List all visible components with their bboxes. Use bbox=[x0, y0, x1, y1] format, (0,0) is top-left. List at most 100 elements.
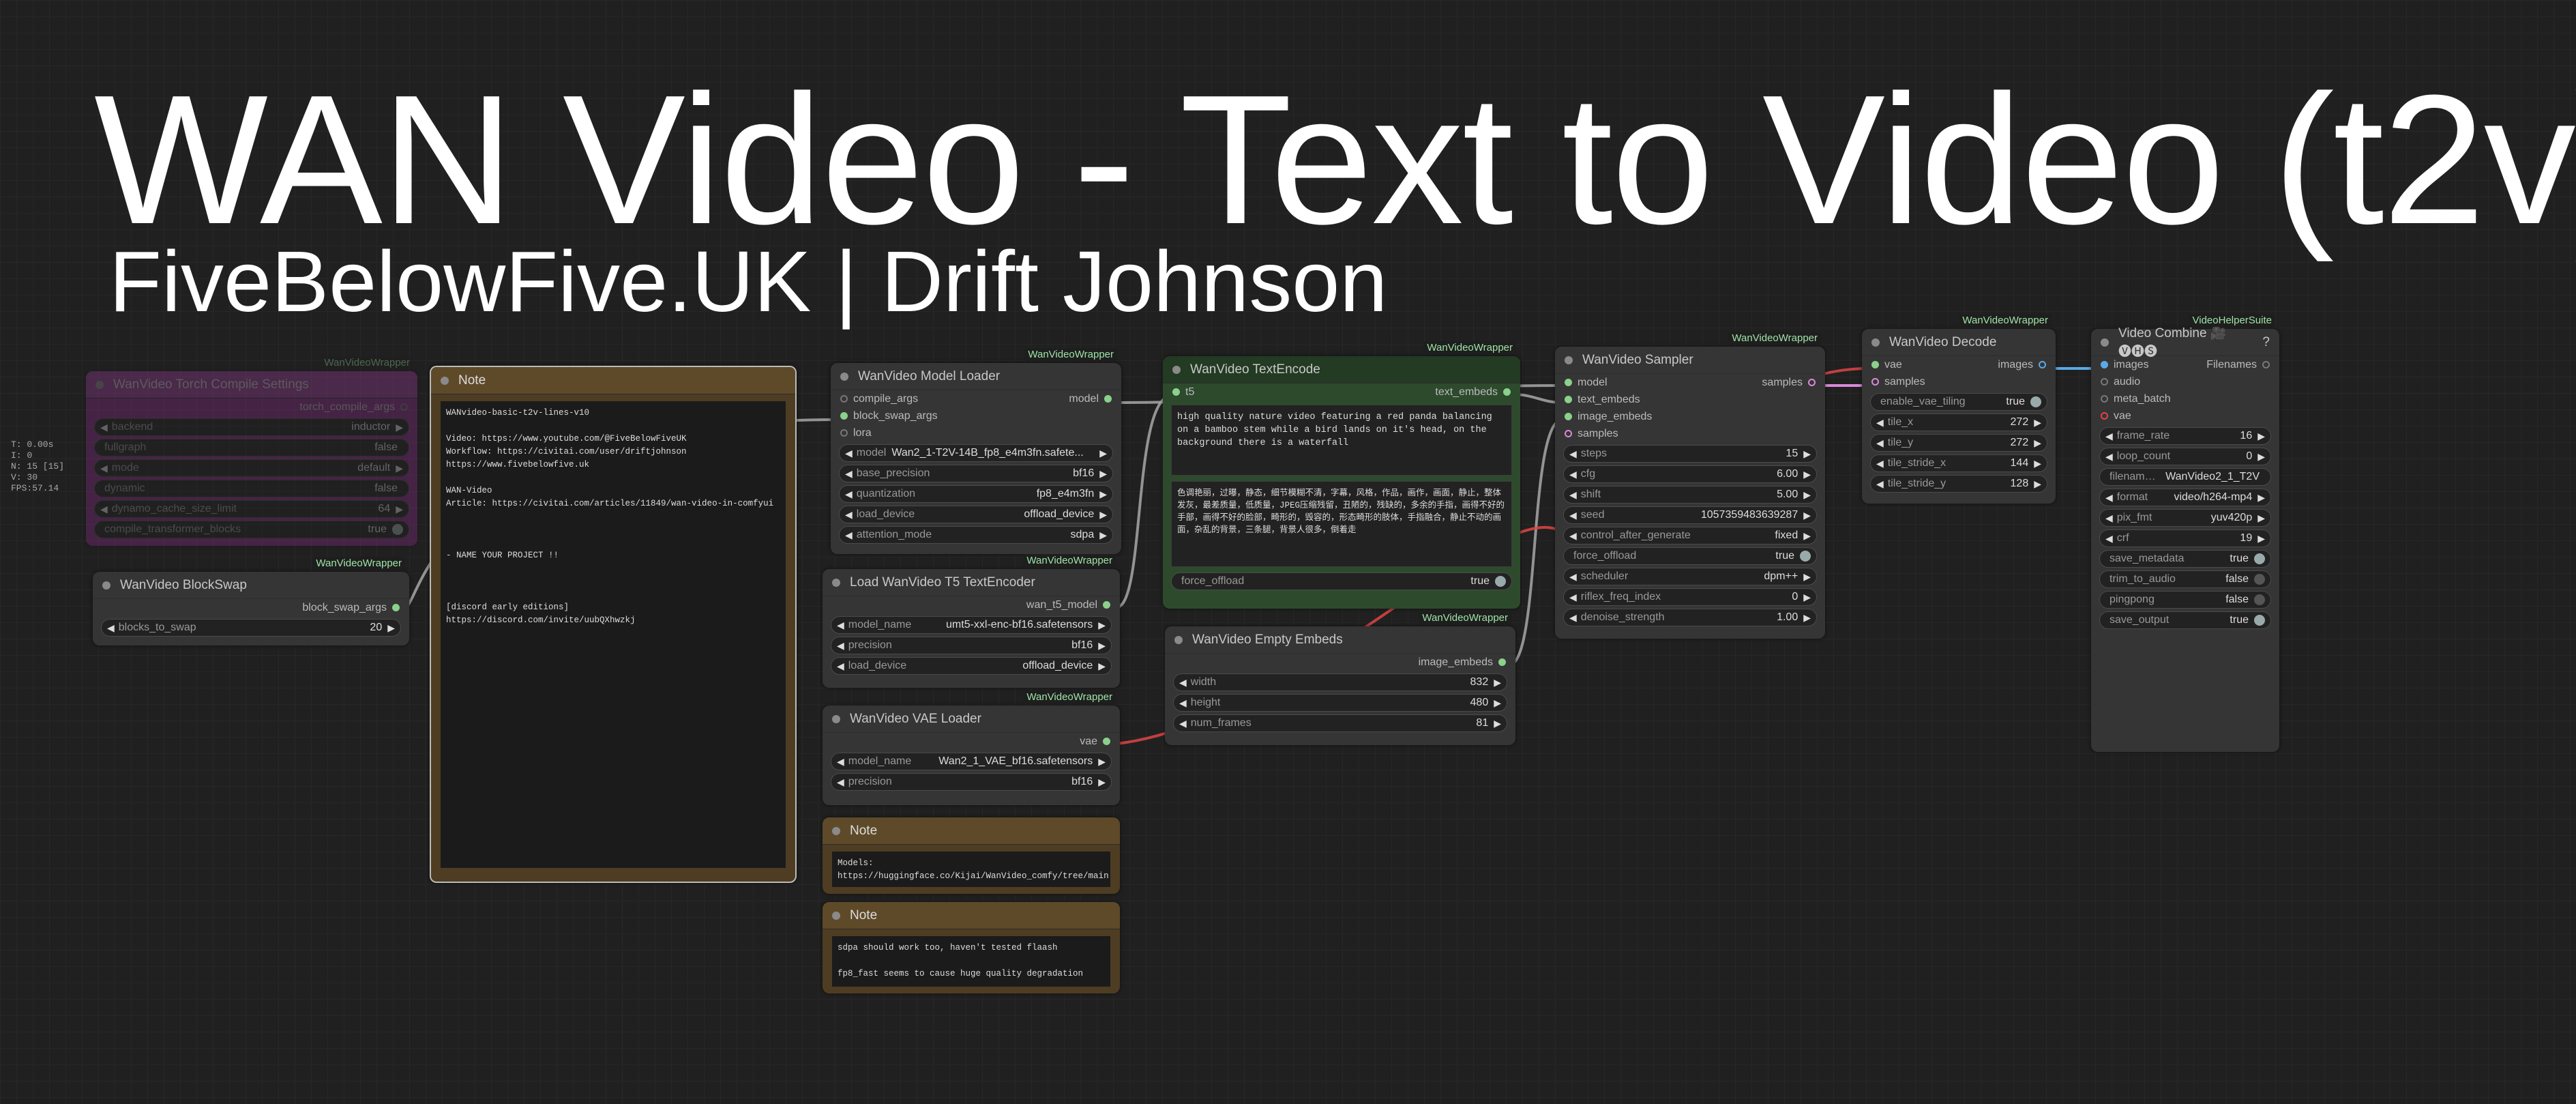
socket-icon[interactable] bbox=[1498, 658, 1506, 666]
model-loader-node[interactable]: WanVideoWrapper WanVideo Model Loader co… bbox=[831, 348, 1121, 554]
socket-icon[interactable] bbox=[1808, 379, 1816, 386]
collapse-dot-icon[interactable] bbox=[832, 911, 840, 920]
toggle-icon[interactable] bbox=[1800, 551, 1811, 562]
socket-icon[interactable] bbox=[1104, 395, 1112, 403]
arrow-left-icon[interactable]: ◀ bbox=[2105, 512, 2113, 524]
arrow-right-icon[interactable]: ▶ bbox=[1098, 620, 1106, 631]
widget-denoise-strength[interactable]: ◀ denoise_strength 1.00 ▶ bbox=[1563, 609, 1817, 626]
widget-riflex-freq-index[interactable]: ◀ riflex_freq_index 0 ▶ bbox=[1563, 588, 1817, 606]
arrow-left-icon[interactable]: ◀ bbox=[1876, 437, 1884, 449]
node-title-bar[interactable]: WanVideo Decode bbox=[1862, 329, 2056, 356]
arrow-right-icon[interactable]: ▶ bbox=[1098, 660, 1106, 672]
collapse-dot-icon[interactable] bbox=[95, 380, 104, 389]
widget-shift[interactable]: ◀ shift 5.00 ▶ bbox=[1563, 486, 1817, 504]
widget-model-name[interactable]: ◀ model_name umt5-xxl-enc-bf16.safetensors… bbox=[831, 616, 1112, 634]
collapse-dot-icon[interactable] bbox=[102, 581, 110, 590]
widget-control-after-generate[interactable]: ◀ control_after_generate fixed ▶ bbox=[1563, 527, 1817, 544]
arrow-right-icon[interactable]: ▶ bbox=[1494, 718, 1501, 729]
toggle-icon[interactable] bbox=[2254, 615, 2265, 626]
arrow-right-icon[interactable]: ▶ bbox=[1803, 571, 1811, 583]
toggle-icon[interactable] bbox=[2254, 594, 2265, 605]
arrow-left-icon[interactable]: ◀ bbox=[100, 422, 108, 433]
note-textarea[interactable]: Models: https://huggingface.co/Kijai/Wan… bbox=[832, 852, 1110, 887]
input-slot-text-embeds[interactable]: text_embeds bbox=[1555, 391, 1825, 408]
arrow-right-icon[interactable]: ▶ bbox=[1803, 469, 1811, 480]
arrow-left-icon[interactable]: ◀ bbox=[1179, 718, 1187, 729]
arrow-right-icon[interactable]: ▶ bbox=[396, 463, 403, 474]
empty-embeds-node[interactable]: WanVideoWrapper WanVideo Empty Embeds im… bbox=[1165, 611, 1515, 745]
input-slot-vae[interactable]: vae bbox=[2091, 407, 2279, 424]
widget-seed[interactable]: ◀ seed 1057359483639287 ▶ bbox=[1563, 506, 1817, 524]
widget-height[interactable]: ◀ height 480 ▶ bbox=[1173, 694, 1507, 712]
widget-cfg[interactable]: ◀ cfg 6.00 ▶ bbox=[1563, 465, 1817, 483]
negative-prompt-textarea[interactable]: 色调艳丽，过曝，静态，细节模糊不清，字幕，风格，作品，画作，画面，静止，整体发灰… bbox=[1171, 481, 1512, 567]
collapse-dot-icon[interactable] bbox=[832, 578, 840, 587]
input-slot-compile-args[interactable]: compile_args model bbox=[831, 390, 1121, 407]
arrow-left-icon[interactable]: ◀ bbox=[1569, 469, 1577, 480]
node-title-bar[interactable]: WanVideo TextEncode bbox=[1163, 356, 1520, 383]
socket-icon[interactable] bbox=[840, 412, 848, 420]
collapse-dot-icon[interactable] bbox=[1565, 355, 1573, 364]
socket-icon[interactable] bbox=[2101, 395, 2108, 403]
socket-icon[interactable] bbox=[392, 604, 400, 611]
input-slot-t5[interactable]: t5 text_embeds bbox=[1163, 383, 1520, 401]
t5-loader-node[interactable]: WanVideoWrapper Load WanVideo T5 TextEnc… bbox=[823, 554, 1120, 688]
input-slot-samples[interactable]: samples bbox=[1862, 373, 2056, 390]
widget-quantization[interactable]: ◀ quantization fp8_e4m3fn ▶ bbox=[839, 485, 1113, 503]
arrow-right-icon[interactable]: ▶ bbox=[2257, 492, 2265, 504]
node-title-bar[interactable]: WanVideo VAE Loader bbox=[823, 706, 1120, 733]
arrow-right-icon[interactable]: ▶ bbox=[2257, 512, 2265, 524]
socket-icon[interactable] bbox=[1103, 738, 1110, 745]
arrow-left-icon[interactable]: ◀ bbox=[2105, 431, 2113, 442]
arrow-left-icon[interactable]: ◀ bbox=[1876, 478, 1884, 490]
arrow-left-icon[interactable]: ◀ bbox=[2105, 492, 2113, 504]
arrow-left-icon[interactable]: ◀ bbox=[845, 468, 853, 480]
widget-filename-prefix[interactable]: filename_prefixWanVideo2_1_T2V bbox=[2099, 468, 2271, 486]
arrow-left-icon[interactable]: ◀ bbox=[2105, 451, 2113, 463]
socket-icon[interactable] bbox=[1565, 396, 1572, 403]
widget-backend[interactable]: ◀ backend inductor ▶ bbox=[94, 418, 409, 436]
arrow-left-icon[interactable]: ◀ bbox=[1569, 530, 1577, 542]
output-slot[interactable]: wan_t5_model bbox=[823, 596, 1120, 613]
collapse-dot-icon[interactable] bbox=[1172, 365, 1181, 374]
arrow-left-icon[interactable]: ◀ bbox=[845, 489, 853, 500]
collapse-dot-icon[interactable] bbox=[1174, 635, 1183, 644]
collapse-dot-icon[interactable] bbox=[840, 372, 848, 381]
widget-loop-count[interactable]: ◀ loop_count 0 ▶ bbox=[2099, 448, 2271, 465]
widget-scheduler[interactable]: ◀ scheduler dpm++ ▶ bbox=[1563, 568, 1817, 585]
arrow-left-icon[interactable]: ◀ bbox=[845, 448, 853, 459]
socket-icon[interactable] bbox=[1565, 430, 1572, 437]
socket-icon[interactable] bbox=[2101, 378, 2108, 386]
widget-precision[interactable]: ◀ precision bf16 ▶ bbox=[831, 637, 1112, 654]
input-slot-lora[interactable]: lora bbox=[831, 424, 1121, 441]
note-models-node[interactable]: Note Models: https://huggingface.co/Kija… bbox=[823, 817, 1120, 894]
arrow-right-icon[interactable]: ▶ bbox=[1803, 448, 1811, 460]
arrow-right-icon[interactable]: ▶ bbox=[1494, 677, 1501, 688]
arrow-right-icon[interactable]: ▶ bbox=[1099, 509, 1107, 521]
arrow-left-icon[interactable]: ◀ bbox=[845, 529, 853, 541]
arrow-right-icon[interactable]: ▶ bbox=[1803, 530, 1811, 542]
arrow-left-icon[interactable]: ◀ bbox=[1569, 571, 1577, 583]
blockswap-node[interactable]: WanVideoWrapper WanVideo BlockSwap block… bbox=[93, 557, 409, 645]
widget-tile-stride-x[interactable]: ◀ tile_stride_x 144 ▶ bbox=[1870, 454, 2047, 472]
widget-blocks-to-swap[interactable]: ◀ blocks_to_swap 20 ▶ bbox=[101, 619, 401, 637]
arrow-left-icon[interactable]: ◀ bbox=[845, 509, 853, 521]
video-combine-node[interactable]: VideoHelperSuite Video Combine 🎥🅥🅗🅢? ima… bbox=[2091, 314, 2279, 752]
widget-frame-rate[interactable]: ◀ frame_rate 16 ▶ bbox=[2099, 427, 2271, 445]
input-slot-model[interactable]: model samples bbox=[1555, 374, 1825, 391]
node-title-bar[interactable]: Note bbox=[823, 817, 1120, 845]
positive-prompt-textarea[interactable]: high quality nature video featuring a re… bbox=[1171, 405, 1512, 476]
socket-icon[interactable] bbox=[1172, 388, 1180, 396]
output-slot[interactable]: vae bbox=[823, 733, 1120, 750]
socket-icon[interactable] bbox=[840, 429, 848, 437]
input-slot-vae[interactable]: vae images bbox=[1862, 356, 2056, 373]
input-slot-samples[interactable]: samples bbox=[1555, 425, 1825, 442]
arrow-right-icon[interactable]: ▶ bbox=[1494, 697, 1501, 709]
widget-attention-mode[interactable]: ◀ attention_mode sdpa ▶ bbox=[839, 526, 1113, 544]
widget-crf[interactable]: ◀ crf 19 ▶ bbox=[2099, 529, 2271, 547]
collapse-dot-icon[interactable] bbox=[832, 714, 840, 723]
socket-icon[interactable] bbox=[840, 395, 848, 403]
collapse-dot-icon[interactable] bbox=[441, 376, 449, 385]
input-slot-images[interactable]: images Filenames bbox=[2091, 356, 2279, 373]
arrow-right-icon[interactable]: ▶ bbox=[1098, 640, 1106, 652]
